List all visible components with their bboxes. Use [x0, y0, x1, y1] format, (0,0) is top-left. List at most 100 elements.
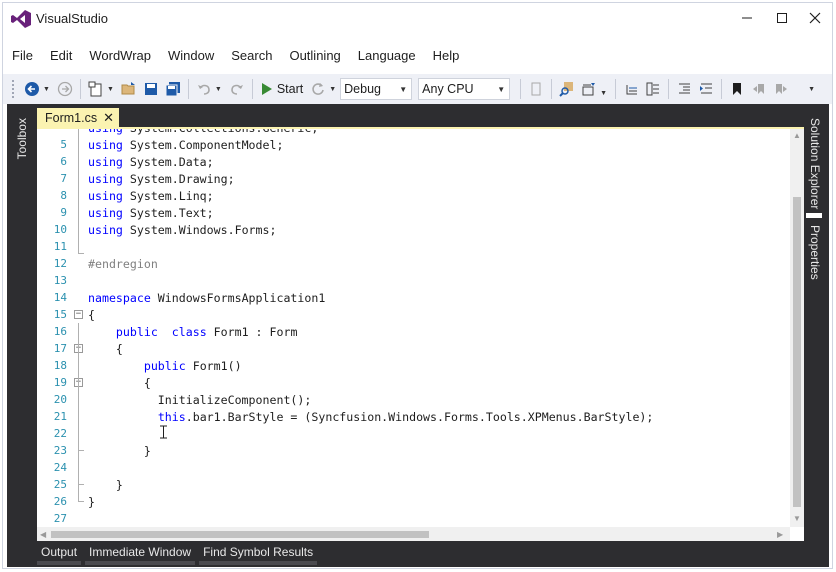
refresh-button[interactable] [308, 79, 328, 99]
toolbar-separator [668, 79, 670, 99]
minimize-icon [742, 17, 752, 19]
application-window: VisualStudio File Edit WordWrap Window S… [2, 2, 833, 569]
toggle-bookmark-button[interactable] [727, 79, 747, 99]
line-number: 20 [53, 393, 67, 406]
tab-immediate-window[interactable]: Immediate Window [85, 541, 196, 567]
toolbar-separator [520, 79, 522, 99]
save-icon [144, 83, 157, 95]
toolbar-grip[interactable] [11, 79, 15, 99]
solution-explorer-tab[interactable]: Solution Explorer [808, 118, 822, 209]
code-text: using System.ComponentModel; [88, 138, 284, 152]
dock-frame: Toolbox Solution Explorer Properties For… [7, 104, 829, 567]
undo-dropdown-icon[interactable]: ▼ [215, 86, 222, 93]
horizontal-scroll-thumb[interactable] [51, 531, 429, 538]
refresh-dropdown-icon[interactable]: ▼ [329, 86, 336, 93]
vertical-scroll-thumb[interactable] [793, 197, 801, 507]
code-line: 25 } [37, 477, 790, 494]
outline-end [78, 253, 84, 254]
properties-tab[interactable]: Properties [808, 225, 822, 280]
navigate-back-button[interactable] [22, 79, 42, 99]
undo-icon [197, 84, 210, 95]
line-number: 5 [60, 138, 67, 151]
increase-indent-button[interactable] [696, 79, 716, 99]
line-number: 22 [53, 427, 67, 440]
decrease-indent-button[interactable] [674, 79, 694, 99]
previous-bookmark-button[interactable] [749, 79, 769, 99]
next-bookmark-button[interactable] [771, 79, 791, 99]
line-number: 8 [60, 189, 67, 202]
code-text: using System.Text; [88, 206, 214, 220]
platform-select[interactable]: Any CPU ▼ [418, 78, 511, 100]
scroll-left-icon[interactable]: ◀ [40, 530, 46, 539]
toolbar-overflow-icon[interactable]: ▼ [808, 86, 815, 93]
toolbox-tab[interactable]: Toolbox [15, 118, 29, 159]
line-number: 11 [53, 240, 67, 253]
toolbar-options-dropdown-icon[interactable]: ▼ [600, 90, 607, 97]
window-title: VisualStudio [36, 11, 109, 26]
scroll-down-icon[interactable]: ▼ [793, 514, 801, 523]
line-number: 27 [53, 512, 67, 525]
maximize-button[interactable] [765, 3, 799, 33]
line-number: 24 [53, 461, 67, 474]
open-file-button[interactable] [119, 79, 139, 99]
vertical-scrollbar[interactable]: ▲ ▼ [790, 129, 804, 527]
minimize-button[interactable] [730, 3, 764, 33]
code-editor[interactable]: using System.Collections.Generic; 5 using… [37, 129, 804, 541]
close-tab-icon[interactable]: ✕ [103, 110, 114, 126]
close-window-button[interactable] [798, 3, 832, 33]
uncomment-button[interactable] [643, 79, 663, 99]
navigate-forward-button[interactable] [55, 79, 75, 99]
menu-window[interactable]: Window [159, 44, 222, 68]
code-text: using System.Drawing; [88, 172, 235, 186]
undo-button[interactable] [194, 79, 214, 99]
back-dropdown-icon[interactable]: ▼ [43, 86, 50, 93]
forward-arrow-icon [57, 81, 73, 97]
comment-lines-icon [626, 85, 638, 95]
line-number: 25 [53, 478, 67, 491]
code-text: using System.Data; [88, 155, 214, 169]
document-tab-form1[interactable]: Form1.cs ✕ [37, 108, 119, 128]
code-line: 18 public Form1() [37, 358, 790, 375]
find-in-files-button[interactable] [557, 79, 577, 99]
code-line: 19− { [37, 375, 790, 392]
code-text: this.bar1.BarStyle = (Syncfusion.Windows… [157, 410, 654, 424]
solution-config-button[interactable] [579, 79, 599, 99]
code-line: 15−{ [37, 307, 790, 324]
code-line: 12 #endregion [37, 256, 790, 273]
configure-icon [582, 83, 596, 96]
menu-outlining[interactable]: Outlining [280, 44, 348, 68]
code-text: { [88, 308, 95, 322]
scroll-up-icon[interactable]: ▲ [793, 131, 801, 140]
start-label: Start [276, 82, 304, 96]
tab-find-symbol-results[interactable]: Find Symbol Results [199, 541, 318, 567]
menu-language[interactable]: Language [349, 44, 424, 68]
horizontal-scrollbar[interactable]: ◀ ▶ [37, 527, 790, 541]
menu-file[interactable]: File [3, 44, 41, 68]
start-button[interactable]: Start [257, 82, 307, 96]
menu-help[interactable]: Help [424, 44, 468, 68]
menu-wordwrap[interactable]: WordWrap [80, 44, 159, 68]
line-number: 12 [53, 257, 67, 270]
bookmark-icon [733, 83, 742, 95]
previous-bookmark-icon [753, 84, 765, 94]
visual-studio-logo-icon [11, 10, 31, 28]
toolbar-separator [187, 79, 189, 99]
collapse-region-icon[interactable]: − [74, 310, 83, 319]
outline-end [78, 484, 84, 485]
code-line: 16 public class Form1 : Form [37, 324, 790, 341]
refresh-icon [312, 83, 325, 95]
toolbar-separator [251, 79, 253, 99]
menu-search[interactable]: Search [222, 44, 280, 68]
redo-button[interactable] [227, 79, 247, 99]
save-all-button[interactable] [163, 79, 183, 99]
outline-end [78, 450, 84, 451]
new-project-button[interactable] [86, 79, 106, 99]
new-project-dropdown-icon[interactable]: ▼ [107, 86, 114, 93]
comment-button[interactable] [621, 79, 641, 99]
menu-edit[interactable]: Edit [41, 44, 80, 68]
device-button[interactable] [526, 79, 546, 99]
tab-output[interactable]: Output [37, 541, 82, 567]
save-button[interactable] [141, 79, 161, 99]
configuration-select[interactable]: Debug ▼ [340, 78, 413, 100]
scroll-right-icon[interactable]: ▶ [777, 530, 783, 539]
